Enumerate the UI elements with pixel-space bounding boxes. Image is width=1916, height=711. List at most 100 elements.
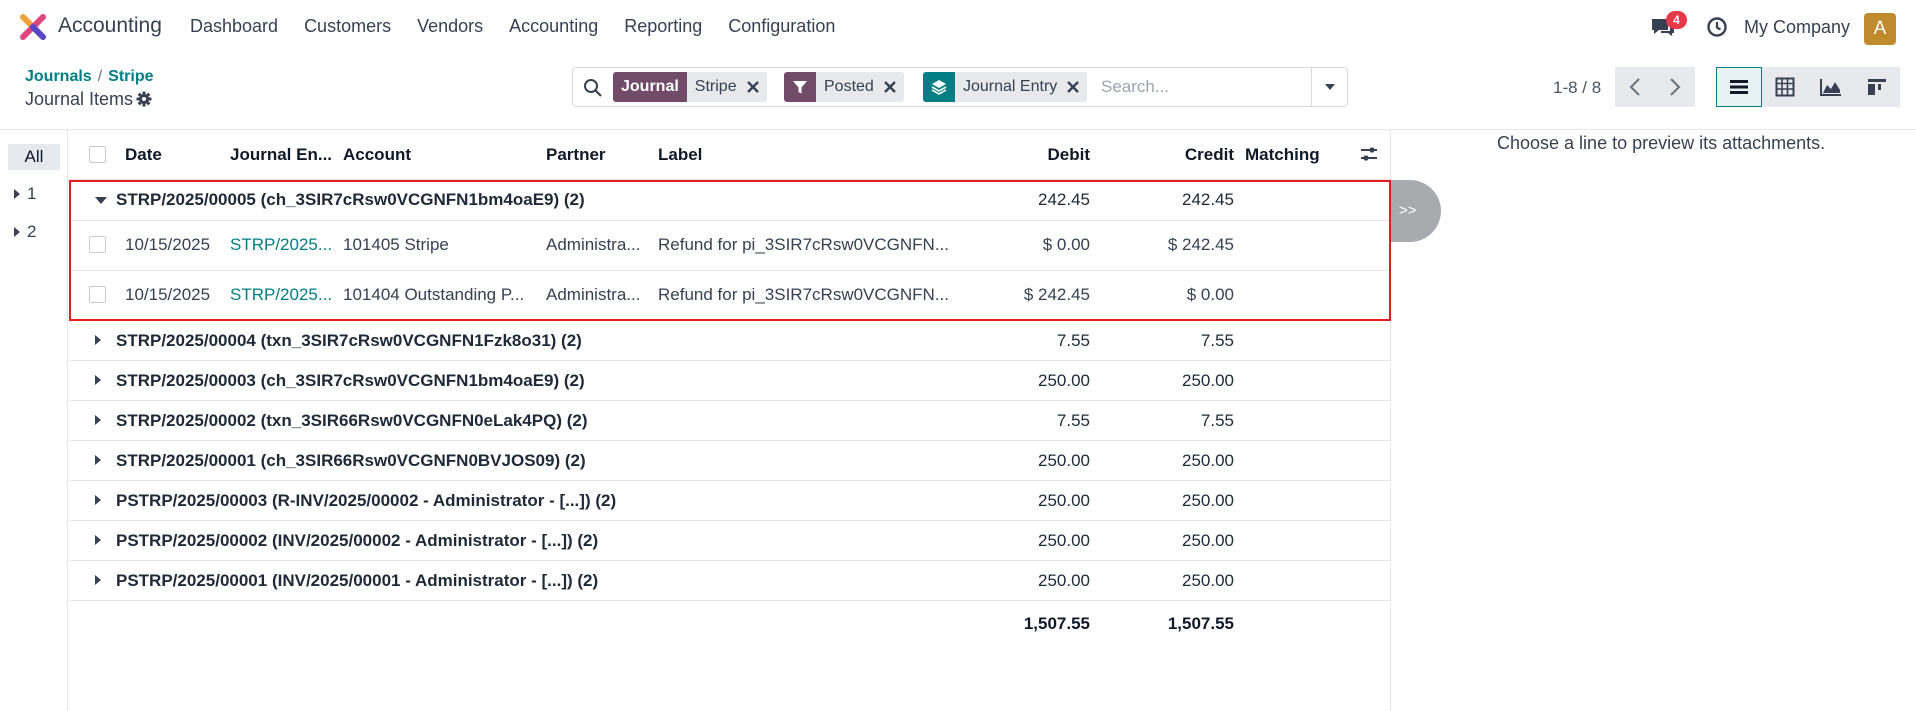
list-view-button[interactable]	[1716, 67, 1762, 107]
group-credit: 250.00	[1182, 491, 1234, 510]
user-avatar[interactable]: A	[1864, 13, 1896, 45]
facet-groupby-value: Journal Entry	[955, 72, 1066, 102]
line-account: 101405 Stripe	[343, 235, 449, 254]
line-date: 10/15/2025	[125, 235, 211, 254]
kanban-view-button[interactable]	[1854, 67, 1900, 107]
menu-configuration[interactable]: Configuration	[728, 16, 835, 37]
attachment-preview-message: Choose a line to preview its attachments…	[1497, 133, 1826, 153]
list-header-row: Date Journal En... Account Partner Label…	[69, 130, 1391, 180]
table-row[interactable]: 10/15/2025 STRP/2025... 101405 Stripe Ad…	[69, 221, 1391, 271]
menu-dashboard[interactable]: Dashboard	[190, 16, 278, 37]
caret-right-icon	[14, 227, 20, 237]
group-debit: 250.00	[1038, 371, 1090, 390]
column-header-account[interactable]: Account	[343, 145, 411, 165]
breadcrumb-stripe[interactable]: Stripe	[108, 68, 153, 85]
gear-icon[interactable]	[136, 91, 152, 107]
facet-posted-remove[interactable]	[881, 72, 904, 102]
expand-preview-button[interactable]: >>	[1391, 180, 1441, 242]
group-title: PSTRP/2025/00001 (INV/2025/00001 - Admin…	[116, 571, 599, 590]
group-debit: 250.00	[1038, 451, 1090, 470]
line-account: 101404 Outstanding P...	[343, 285, 525, 304]
facet-posted: Posted	[784, 72, 904, 102]
company-switcher[interactable]: My Company	[1744, 17, 1850, 38]
group-row[interactable]: STRP/2025/00005 (ch_3SIR7cRsw0VCGNFN1bm4…	[69, 180, 1391, 221]
group-row[interactable]: STRP/2025/00001 (ch_3SIR66Rsw0VCGNFN0BVJ…	[69, 441, 1391, 481]
group-credit: 250.00	[1182, 371, 1234, 390]
column-header-debit[interactable]: Debit	[949, 145, 1091, 165]
facet-groupby-remove[interactable]	[1065, 72, 1088, 102]
line-partner: Administra...	[546, 285, 641, 304]
optional-columns-icon[interactable]	[1359, 144, 1379, 164]
pivot-table-icon	[1775, 77, 1795, 97]
side-panel-item-2[interactable]: 2	[14, 222, 36, 242]
totals-row: 1,507.55 1,507.55	[69, 601, 1391, 645]
group-row[interactable]: STRP/2025/00003 (ch_3SIR7cRsw0VCGNFN1bm4…	[69, 361, 1391, 401]
line-label: Refund for pi_3SIR7cRsw0VCGNFN...	[658, 235, 949, 254]
group-title: STRP/2025/00002 (txn_3SIR66Rsw0VCGNFN0eL…	[116, 411, 588, 430]
row-checkbox[interactable]	[89, 236, 106, 253]
column-header-credit[interactable]: Credit	[1099, 145, 1234, 165]
group-row[interactable]: PSTRP/2025/00001 (INV/2025/00001 - Admin…	[69, 561, 1391, 601]
side-panel-item-1[interactable]: 1	[14, 184, 36, 204]
group-credit: 7.55	[1200, 411, 1234, 430]
pager-next-button[interactable]	[1655, 67, 1695, 107]
column-header-date[interactable]: Date	[125, 145, 162, 165]
caret-right-icon	[95, 495, 101, 505]
group-debit: 7.55	[1056, 331, 1090, 350]
select-all-checkbox[interactable]	[89, 146, 106, 163]
search-options-toggle[interactable]	[1311, 68, 1347, 106]
group-title: STRP/2025/00003 (ch_3SIR7cRsw0VCGNFN1bm4…	[116, 371, 585, 390]
group-row[interactable]: PSTRP/2025/00002 (INV/2025/00002 - Admin…	[69, 521, 1391, 561]
graph-view-button[interactable]	[1808, 67, 1854, 107]
top-navbar: Accounting Dashboard Customers Vendors A…	[0, 0, 1916, 56]
pivot-view-button[interactable]	[1762, 67, 1808, 107]
group-row[interactable]: STRP/2025/00002 (txn_3SIR66Rsw0VCGNFN0eL…	[69, 401, 1391, 441]
caret-down-icon	[1324, 84, 1335, 90]
column-header-label[interactable]: Label	[658, 145, 702, 165]
side-panel-all[interactable]: All	[8, 144, 60, 170]
caret-right-icon	[95, 335, 101, 345]
group-credit: 7.55	[1200, 331, 1234, 350]
group-row[interactable]: STRP/2025/00004 (txn_3SIR7cRsw0VCGNFN1Fz…	[69, 321, 1391, 361]
column-header-matching[interactable]: Matching	[1245, 145, 1320, 165]
facet-journal: Journal Stripe	[613, 72, 767, 102]
group-debit: 7.55	[1056, 411, 1090, 430]
chevron-right-icon	[1670, 78, 1681, 96]
caret-right-icon	[95, 415, 101, 425]
pager-value[interactable]: 1-8 / 8	[1553, 78, 1601, 98]
breadcrumb-journals[interactable]: Journals	[25, 68, 92, 85]
menu-reporting[interactable]: Reporting	[624, 16, 702, 37]
search-input[interactable]	[1101, 74, 1311, 100]
line-journal-entry-link[interactable]: STRP/2025...	[230, 285, 332, 305]
caret-right-icon	[95, 575, 101, 585]
group-credit: 250.00	[1182, 531, 1234, 550]
facet-journal-remove[interactable]	[744, 72, 767, 102]
menu-customers[interactable]: Customers	[304, 16, 391, 37]
group-credit: 250.00	[1182, 451, 1234, 470]
close-icon	[883, 81, 896, 93]
group-row[interactable]: PSTRP/2025/00003 (R-INV/2025/00002 - Adm…	[69, 481, 1391, 521]
group-title: STRP/2025/00004 (txn_3SIR7cRsw0VCGNFN1Fz…	[116, 331, 582, 350]
line-date: 10/15/2025	[125, 285, 211, 304]
search-bar: Journal Stripe Posted Journal Entry	[572, 67, 1348, 107]
group-debit: 250.00	[1038, 531, 1090, 550]
table-row[interactable]: 10/15/2025 STRP/2025... 101404 Outstandi…	[69, 271, 1391, 321]
list-view-icon	[1730, 80, 1748, 94]
menu-accounting[interactable]: Accounting	[509, 16, 598, 37]
column-header-journal-entry[interactable]: Journal En...	[230, 145, 332, 165]
breadcrumb: Journals / Stripe	[25, 68, 153, 86]
line-journal-entry-link[interactable]: STRP/2025...	[230, 235, 332, 255]
group-title: PSTRP/2025/00003 (R-INV/2025/00002 - Adm…	[116, 491, 617, 510]
menu-vendors[interactable]: Vendors	[417, 16, 483, 37]
layers-icon	[923, 72, 955, 102]
group-credit: 242.45	[1182, 190, 1234, 209]
app-name[interactable]: Accounting	[58, 14, 162, 38]
column-header-partner[interactable]: Partner	[546, 145, 606, 165]
activity-clock-icon[interactable]	[1706, 16, 1728, 38]
row-checkbox[interactable]	[89, 286, 106, 303]
accounting-app-logo-icon[interactable]	[20, 14, 46, 40]
page-title: Journal Items	[25, 89, 134, 109]
group-debit: 242.45	[1038, 190, 1090, 209]
pager-previous-button[interactable]	[1615, 67, 1655, 107]
search-icon[interactable]	[583, 78, 603, 98]
